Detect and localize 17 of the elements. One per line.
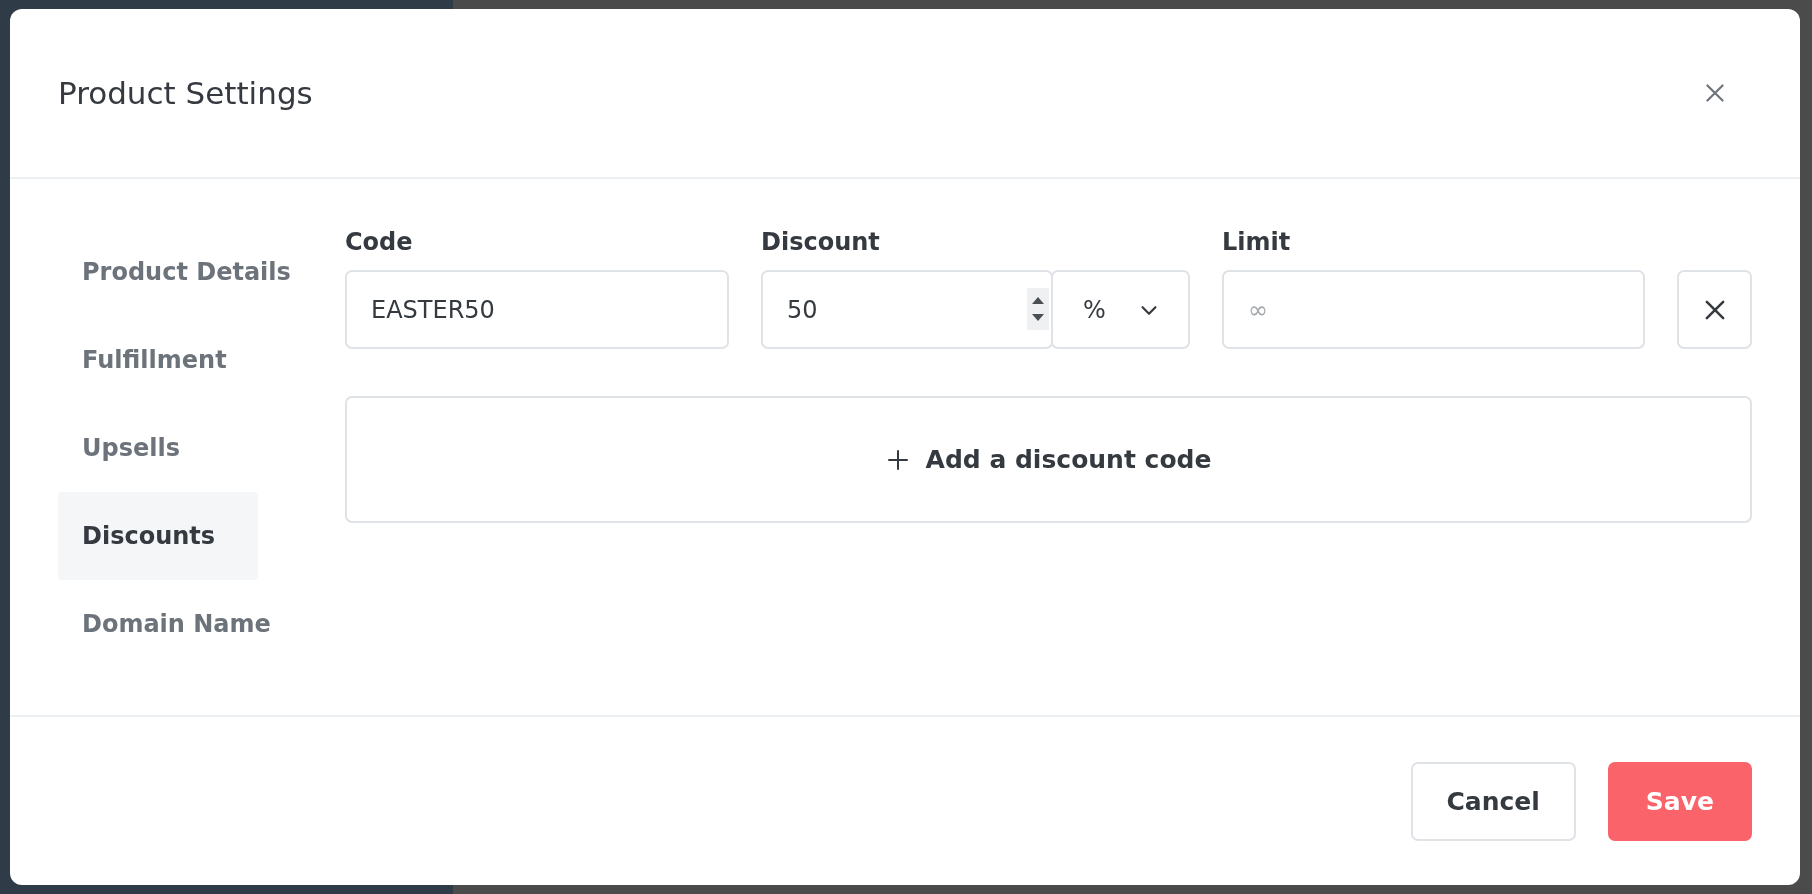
sidebar-tab[interactable]: Discounts [58,492,258,580]
sidebar-tab[interactable]: Product Details [58,228,299,316]
add-discount-button[interactable]: Add a discount code [345,396,1752,523]
sidebar-tab[interactable]: Domain Name [58,580,279,668]
discount-field[interactable]: 50 [761,270,1053,349]
column-label: Code [345,228,414,256]
plus-icon [885,447,910,472]
limit-field[interactable]: ∞ [1222,270,1645,349]
cancel-button[interactable]: Cancel [1410,761,1576,841]
sidebar-tab[interactable]: Fulfillment [58,316,258,404]
unit-dropdown[interactable]: % [1051,270,1190,349]
column-label: Discount [761,228,881,256]
sidebar-tab[interactable]: Upsells [58,404,258,492]
dialog-title: Product Settings [58,75,313,111]
code-field[interactable]: EASTER50 [345,270,729,349]
column-label: Limit [1222,228,1292,256]
spinner-icon[interactable] [1027,288,1049,330]
